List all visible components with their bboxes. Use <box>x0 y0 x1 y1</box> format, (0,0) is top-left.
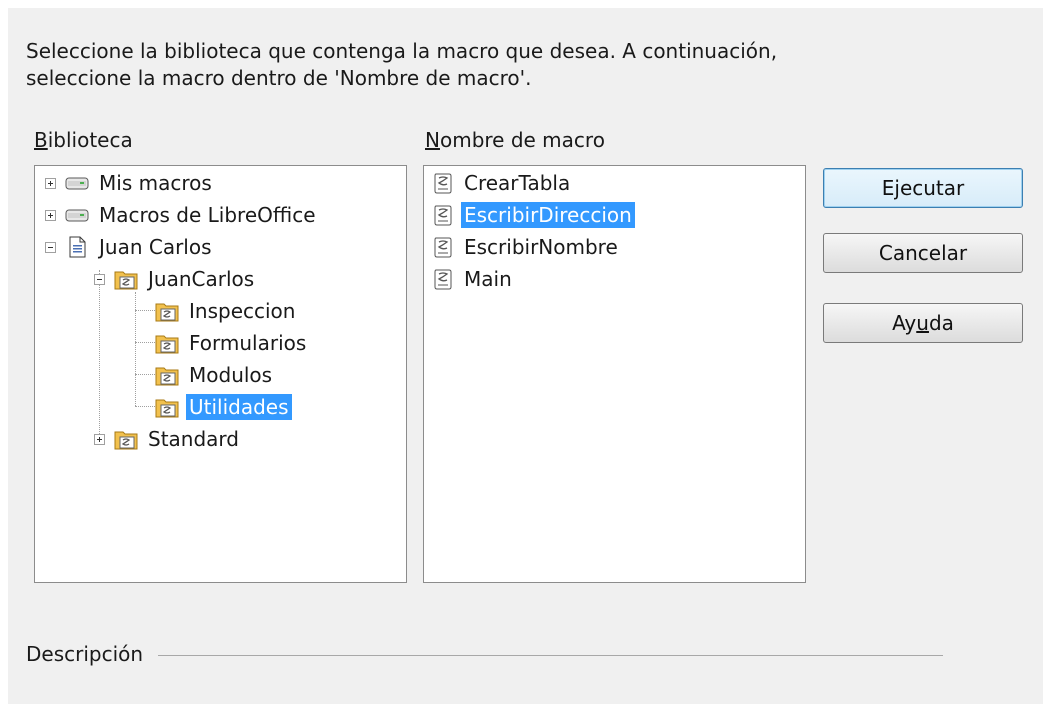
tree-item-standard[interactable]: Standard <box>94 424 242 454</box>
tree-item-juan-carlos-document[interactable]: Juan Carlos <box>45 232 215 262</box>
tree-item-juancarlos-library[interactable]: JuanCarlos <box>94 264 257 294</box>
tree-guide-line <box>135 374 155 375</box>
library-folder-icon <box>155 364 179 386</box>
macro-list[interactable]: CrearTabla EscribirDireccion EscribirNom… <box>423 165 806 583</box>
library-folder-icon <box>114 268 138 290</box>
macro-item-escribirdireccion[interactable]: EscribirDireccion <box>430 200 635 230</box>
expand-icon[interactable] <box>45 209 56 221</box>
tree-item-modulos[interactable]: Modulos <box>155 360 275 390</box>
tree-item-formularios[interactable]: Formularios <box>155 328 309 358</box>
library-tree[interactable]: Mis macros Macros de LibreOffice Juan Ca… <box>34 165 407 583</box>
drive-icon <box>65 172 89 194</box>
tree-item-utilidades[interactable]: Utilidades <box>155 392 292 422</box>
drive-icon <box>65 204 89 226</box>
macro-name-label: Nombre de macro <box>425 128 605 152</box>
cancel-button[interactable]: Cancelar <box>823 233 1023 273</box>
document-icon <box>65 236 89 258</box>
tree-guide-line <box>135 406 155 407</box>
macro-item-escribirnombre[interactable]: EscribirNombre <box>430 232 621 262</box>
tree-guide-line <box>135 342 155 343</box>
description-label: Descripción <box>26 642 144 666</box>
library-folder-icon <box>155 332 179 354</box>
library-folder-icon <box>155 396 179 418</box>
macro-scroll-icon <box>430 172 454 194</box>
tree-guide-line <box>135 292 136 406</box>
description-separator <box>158 655 943 656</box>
macro-item-creartabla[interactable]: CrearTabla <box>430 168 573 198</box>
tree-item-inspeccion[interactable]: Inspeccion <box>155 296 298 326</box>
macro-scroll-icon <box>430 204 454 226</box>
run-button[interactable]: Ejecutar <box>823 168 1023 208</box>
tree-item-macros-de-libreoffice[interactable]: Macros de LibreOffice <box>45 200 319 230</box>
expand-icon[interactable] <box>45 177 56 189</box>
collapse-icon[interactable] <box>94 273 105 285</box>
library-label: Biblioteca <box>34 128 133 152</box>
library-folder-icon <box>155 300 179 322</box>
tree-guide-line <box>135 310 155 311</box>
library-folder-icon <box>114 428 138 450</box>
tree-item-mis-macros[interactable]: Mis macros <box>45 168 215 198</box>
macro-scroll-icon <box>430 236 454 258</box>
expand-icon[interactable] <box>94 433 105 445</box>
macro-item-main[interactable]: Main <box>430 264 515 294</box>
help-button[interactable]: Ay u da <box>823 303 1023 343</box>
collapse-icon[interactable] <box>45 241 56 253</box>
instructions-text: Seleccione la biblioteca que contenga la… <box>26 39 778 90</box>
tree-guide-line <box>99 270 100 442</box>
macro-scroll-icon <box>430 268 454 290</box>
